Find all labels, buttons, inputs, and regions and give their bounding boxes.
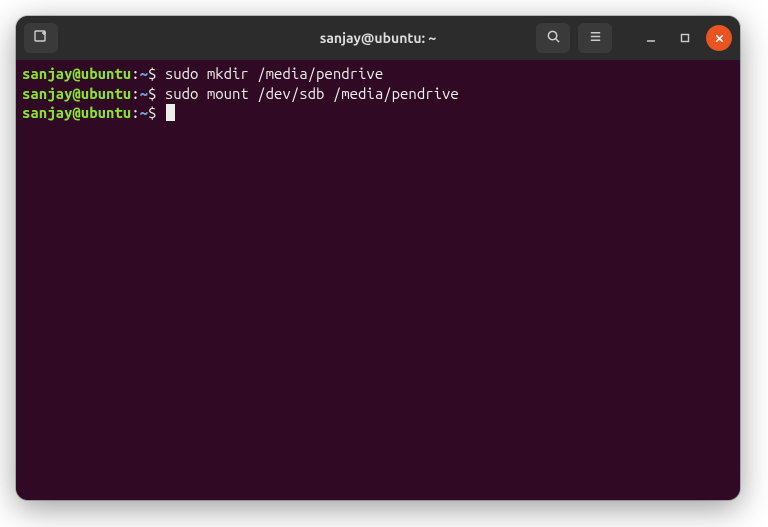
new-tab-icon: [33, 28, 49, 48]
close-icon: [714, 33, 725, 44]
terminal-line: sanjay@ubuntu:~$: [22, 103, 734, 123]
prompt-path: ~: [140, 85, 148, 102]
minimize-button[interactable]: [638, 25, 664, 51]
prompt-separator: :: [131, 85, 139, 102]
close-button[interactable]: [706, 25, 732, 51]
prompt-path: ~: [140, 65, 148, 82]
minimize-icon: [645, 32, 657, 44]
terminal-body[interactable]: sanjay@ubuntu:~$ sudo mkdir /media/pendr…: [16, 60, 740, 500]
prompt-user-host: sanjay@ubuntu: [22, 85, 131, 102]
prompt-user-host: sanjay@ubuntu: [22, 65, 131, 82]
search-button[interactable]: [536, 23, 570, 53]
maximize-button[interactable]: [672, 25, 698, 51]
terminal-line: sanjay@ubuntu:~$ sudo mkdir /media/pendr…: [22, 64, 734, 84]
prompt-separator: :: [131, 65, 139, 82]
prompt-user-host: sanjay@ubuntu: [22, 104, 131, 121]
search-icon: [546, 29, 561, 48]
titlebar: sanjay@ubuntu: ~: [16, 16, 740, 60]
titlebar-right: [536, 23, 732, 53]
prompt-path: ~: [140, 104, 148, 121]
command-text: sudo mount /dev/sdb /media/pendrive: [165, 85, 459, 102]
window-title: sanjay@ubuntu: ~: [320, 30, 437, 46]
terminal-line: sanjay@ubuntu:~$ sudo mount /dev/sdb /me…: [22, 84, 734, 104]
command-text: sudo mkdir /media/pendrive: [165, 65, 383, 82]
prompt-separator: :: [131, 104, 139, 121]
new-tab-button[interactable]: [24, 23, 58, 53]
hamburger-icon: [588, 29, 603, 48]
maximize-icon: [679, 32, 691, 44]
titlebar-left: [24, 23, 58, 53]
terminal-window: sanjay@ubuntu: ~: [16, 16, 740, 500]
cursor: [166, 104, 175, 121]
menu-button[interactable]: [578, 23, 612, 53]
